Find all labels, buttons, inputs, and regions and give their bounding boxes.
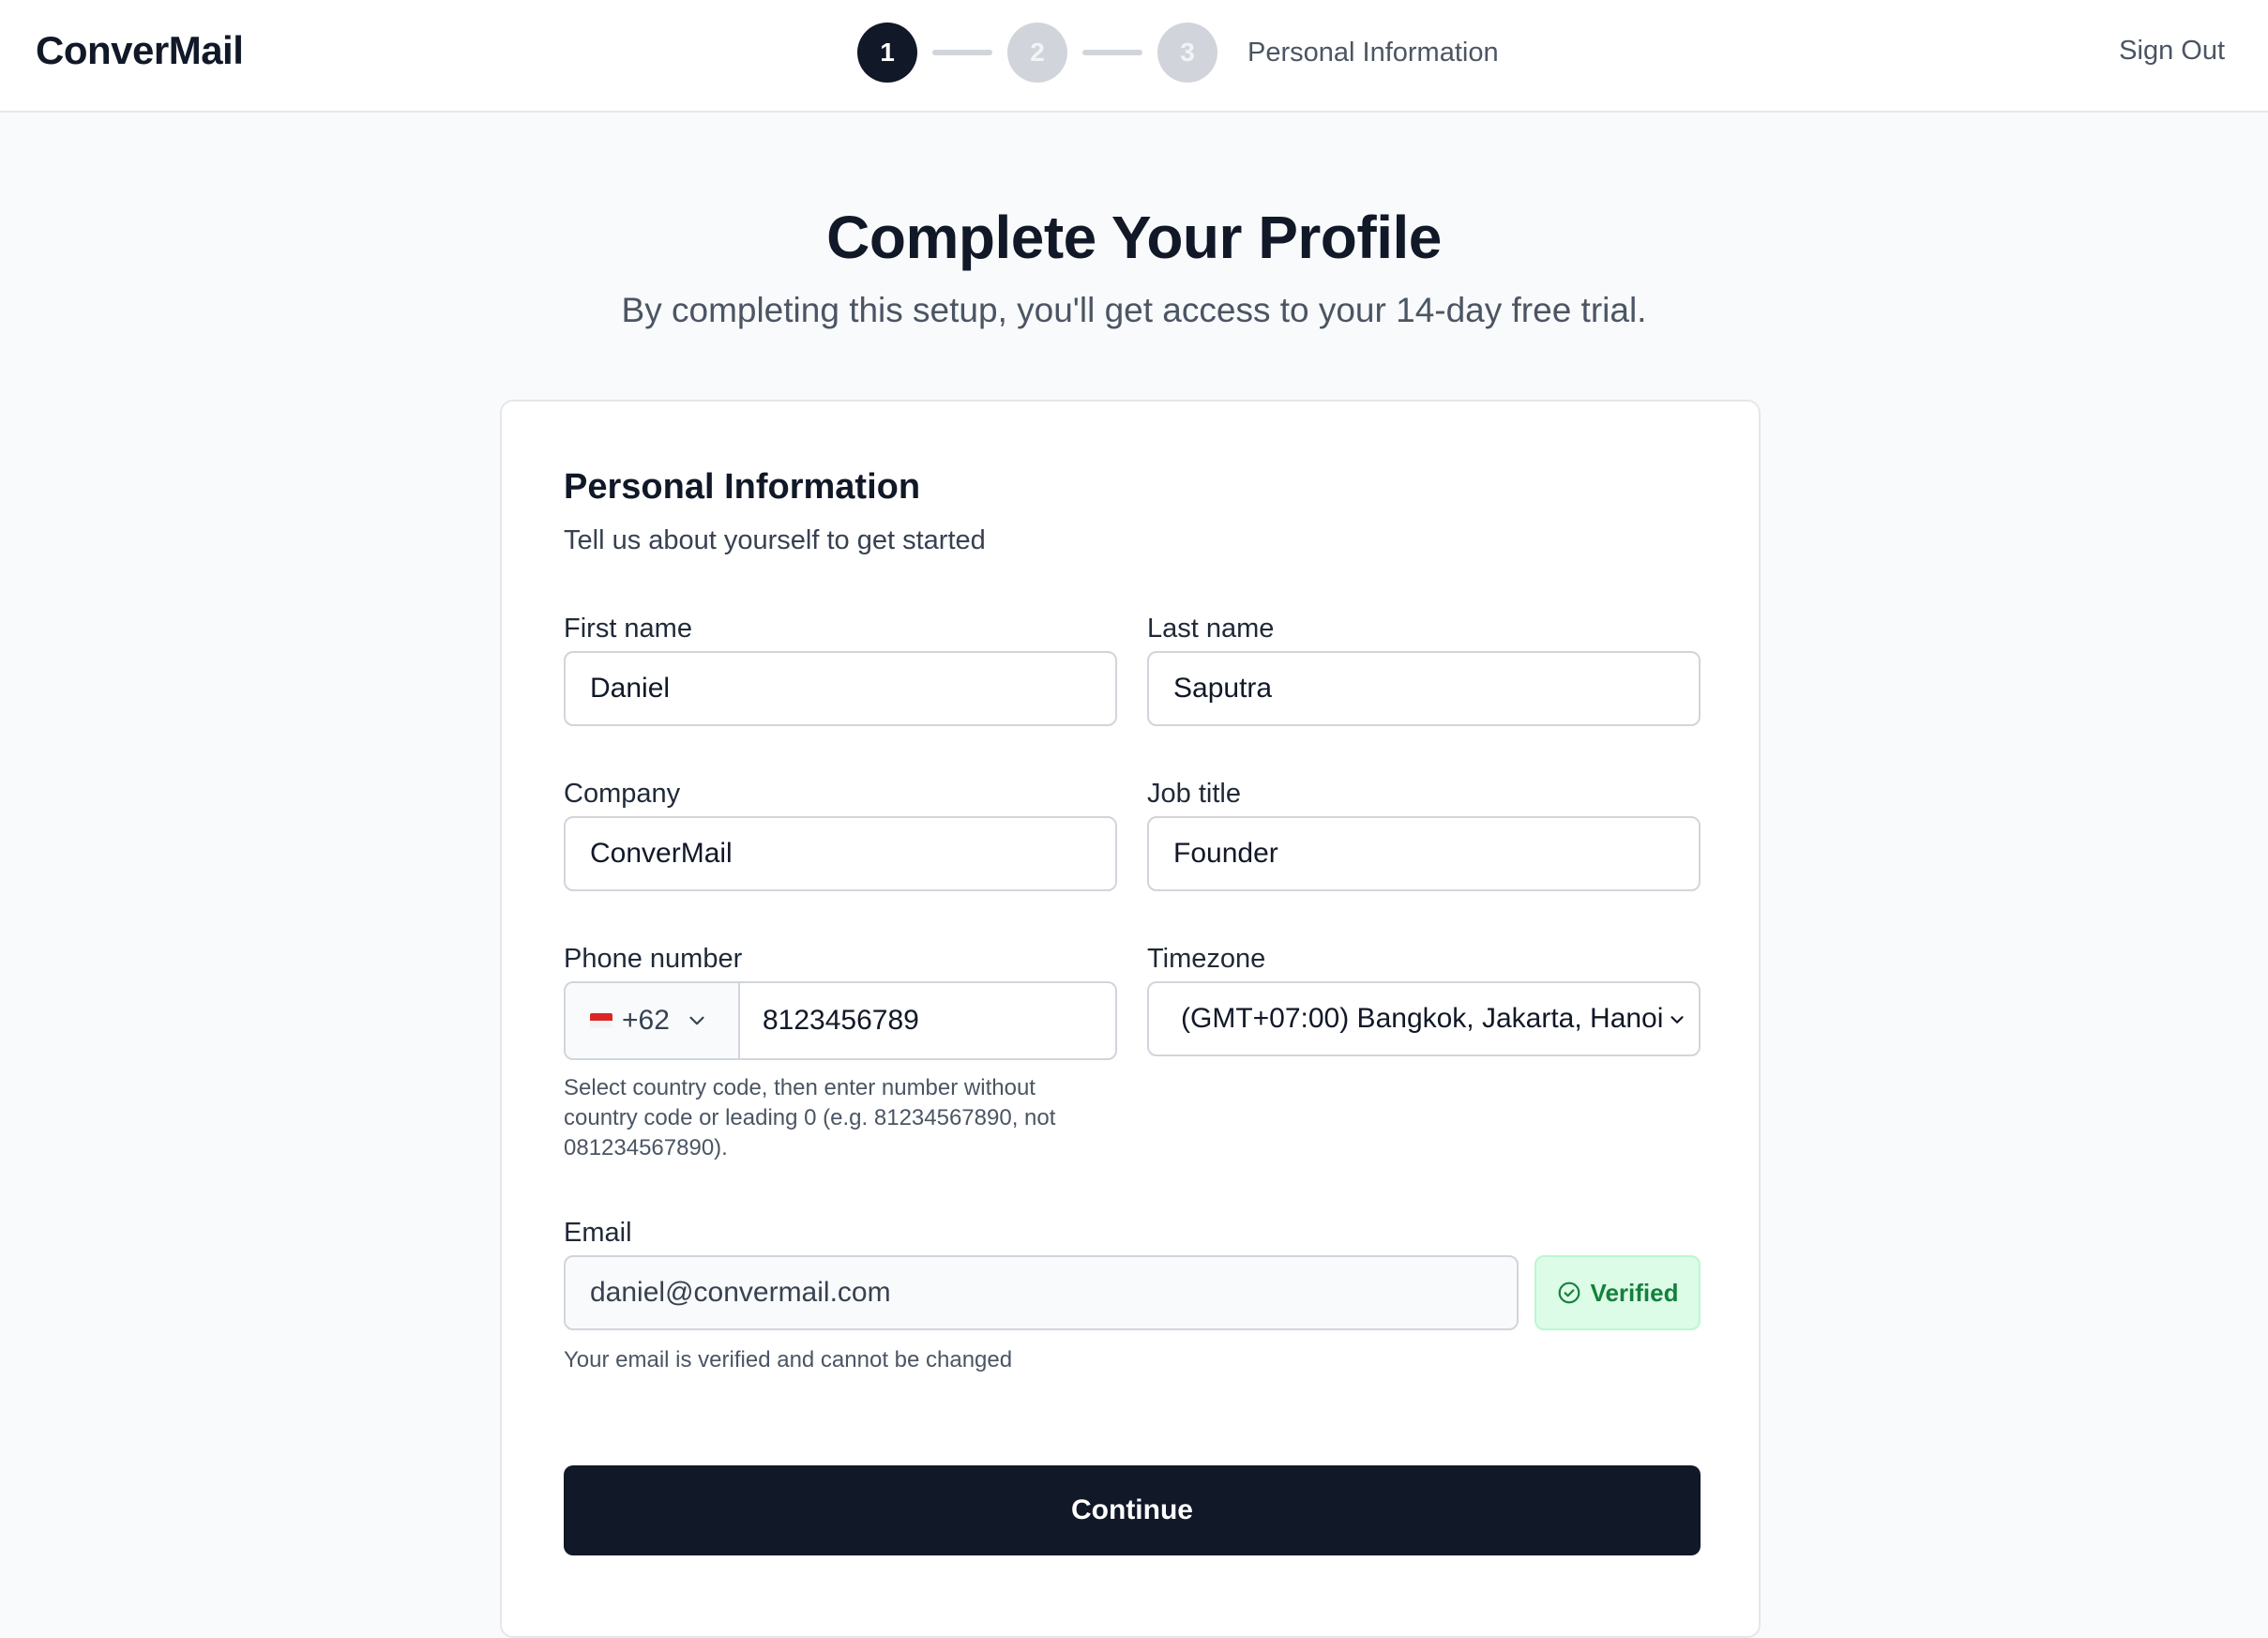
verified-label: Verified [1590, 1278, 1679, 1307]
verified-badge: Verified [1535, 1255, 1701, 1330]
step-connector [1082, 50, 1142, 55]
job-title-input[interactable]: Founder [1147, 816, 1701, 891]
page-subtitle: By completing this setup, you'll get acc… [621, 291, 1647, 329]
step-3: 3 [1157, 23, 1217, 83]
last-name-label: Last name [1147, 614, 1275, 644]
top-header: ConverMail 1 2 3 Personal Information Si… [0, 0, 2268, 113]
first-name-label: First name [564, 614, 692, 644]
timezone-select[interactable]: (GMT+07:00) Bangkok, Jakarta, Hanoi [1147, 981, 1701, 1056]
email-input: daniel@convermail.com [564, 1255, 1519, 1330]
phone-help-line: Select country code, then enter number w… [564, 1075, 1036, 1100]
logo[interactable]: ConverMail [36, 28, 244, 73]
country-code-select[interactable]: +62 [566, 983, 740, 1058]
last-name-input[interactable]: Saputra [1147, 651, 1701, 726]
progress-stepper: 1 2 3 Personal Information [857, 23, 1499, 83]
chevron-down-icon [1671, 1016, 1684, 1024]
flag-icon [590, 1013, 612, 1028]
timezone-label: Timezone [1147, 944, 1266, 974]
phone-help-text: Select country code, then enter number w… [564, 1073, 1126, 1163]
phone-help-line: 081234567890). [564, 1135, 728, 1160]
profile-form-card: Personal Information Tell us about yours… [500, 400, 1761, 1638]
sign-out-link[interactable]: Sign Out [2119, 36, 2225, 67]
timezone-value: (GMT+07:00) Bangkok, Jakarta, Hanoi [1181, 1003, 1664, 1034]
chevron-down-icon [689, 1016, 704, 1025]
email-label: Email [564, 1218, 632, 1248]
form-title: Personal Information [564, 467, 921, 507]
page-title: Complete Your Profile [826, 204, 1442, 271]
step-connector [932, 50, 992, 55]
current-step-label: Personal Information [1247, 37, 1499, 68]
email-help-text: Your email is verified and cannot be cha… [564, 1347, 1013, 1373]
company-input[interactable]: ConverMail [564, 816, 1117, 891]
form-subtitle: Tell us about yourself to get started [564, 525, 986, 555]
check-circle-icon [1558, 1282, 1580, 1304]
phone-input[interactable]: 8123456789 [740, 983, 1115, 1058]
country-code-value: +62 [622, 1005, 670, 1036]
phone-field: +62 8123456789 [564, 981, 1117, 1060]
job-title-label: Job title [1147, 779, 1241, 809]
company-label: Company [564, 779, 681, 809]
phone-help-line: country code or leading 0 (e.g. 81234567… [564, 1105, 1056, 1130]
step-1: 1 [857, 23, 917, 83]
first-name-input[interactable]: Daniel [564, 651, 1117, 726]
continue-button[interactable]: Continue [564, 1465, 1701, 1555]
phone-label: Phone number [564, 944, 743, 974]
step-2: 2 [1007, 23, 1067, 83]
